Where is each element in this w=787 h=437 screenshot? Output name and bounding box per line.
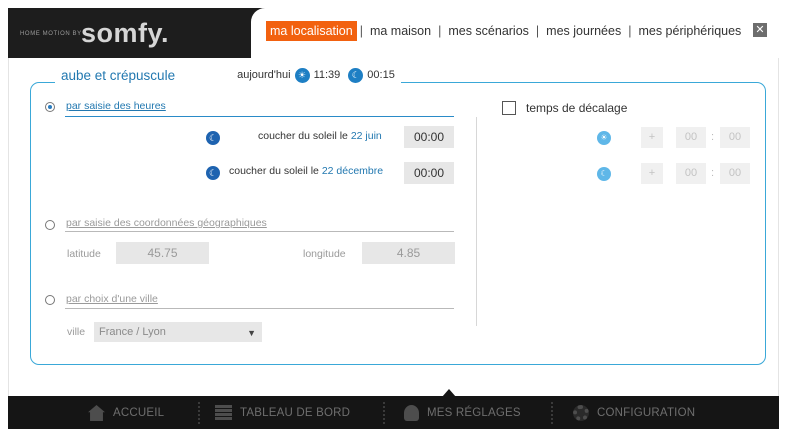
city-value: France / Lyon [99,326,166,338]
sunrise-icon: ☀ [294,67,310,83]
gear-icon [573,405,589,421]
offset-hours-input[interactable]: 00 [676,163,706,184]
column-divider [476,117,477,326]
tab-mes-scenarios[interactable]: mes scénarios [444,21,533,41]
nav-separator [383,402,385,424]
nav-label: MES RÉGLAGES [427,407,521,419]
longitude-label: longitude [303,248,346,260]
row1-label: coucher du soleil le 22 juin [258,130,382,142]
today-label: aujourd'hui [237,69,291,81]
chevron-down-icon: ▼ [247,328,256,338]
radio-hours[interactable] [45,102,55,112]
nav-separator [198,402,200,424]
december-time-input[interactable]: 00:00 [404,162,454,184]
offset-checkbox[interactable] [502,101,516,115]
brand-tagline: HOME MOTION BY [20,31,82,37]
offset-minutes-input[interactable]: 00 [720,127,750,148]
nav-label: ACCUEIL [113,407,165,419]
moon-icon: ☾ [597,167,611,181]
sunset-time: 00:15 [367,69,395,81]
moon-icon: ☾ [348,67,364,83]
offset-minutes-input[interactable]: 00 [720,163,750,184]
nav-label: CONFIGURATION [597,407,696,419]
plus-button[interactable]: + [641,127,663,148]
tab-separator: | [628,24,632,38]
time-colon: : [711,167,715,179]
offset-label: temps de décalage [526,101,628,115]
close-button[interactable]: ✕ [753,23,767,37]
divider [65,308,454,309]
home-icon [88,405,105,421]
row1-date: 22 juin [350,130,382,142]
moon-icon: ☾ [206,166,220,180]
june-time-input[interactable]: 00:00 [404,126,454,148]
city-label: ville [67,326,86,338]
brand-logo: somfy. [81,18,170,48]
nav-mes-reglages[interactable]: MES RÉGLAGES [404,403,521,423]
nav-label: TABLEAU DE BORD [240,407,351,419]
dashboard-icon [215,405,232,421]
row2-label: coucher du soleil le 22 décembre [229,165,383,177]
tab-ma-localisation[interactable]: ma localisation [266,21,357,41]
moon-icon: ☾ [206,131,220,145]
sunrise-time: 11:39 [313,69,341,81]
nav-configuration[interactable]: CONFIGURATION [573,403,695,423]
nav-tableau-de-bord[interactable]: TABLEAU DE BORD [215,403,350,423]
bottom-nav: ACCUEIL TABLEAU DE BORD MES RÉGLAGES CON… [8,396,779,429]
option-coordinates-label[interactable]: par saisie des coordonnées géographiques [66,217,267,229]
tab-list: ma localisation | ma maison | mes scénar… [266,20,745,42]
nav-separator [551,402,553,424]
sunrise-icon: ☀ [597,131,611,145]
divider [65,116,454,117]
nav-accueil[interactable]: ACCUEIL [88,403,164,423]
time-colon: : [711,131,715,143]
radio-coordinates[interactable] [45,220,55,230]
city-select[interactable]: France / Lyon ▼ [94,322,262,342]
tab-ma-maison[interactable]: ma maison [366,21,435,41]
plus-button[interactable]: + [641,163,663,184]
latitude-label: latitude [67,248,101,260]
offset-hours-input[interactable]: 00 [676,127,706,148]
row1-prefix: coucher du soleil le [258,130,351,142]
tab-separator: | [438,24,442,38]
tab-separator: | [359,24,363,38]
top-bar: HOME MOTION BY somfy. ma localisation | … [8,8,779,58]
tab-strip: ma localisation | ma maison | mes scénar… [251,8,779,58]
option-hours-label[interactable]: par saisie des heures [66,100,166,112]
panel-title: aube et crépuscule [61,67,176,83]
tab-mes-peripheriques[interactable]: mes périphériques [634,21,745,41]
latitude-input[interactable]: 45.75 [116,242,209,264]
user-icon [404,405,419,421]
row2-prefix: coucher du soleil le [229,165,322,177]
tab-separator: | [535,24,540,38]
divider [65,231,454,232]
longitude-input[interactable]: 4.85 [362,242,455,264]
panel-header: aube et crépuscule aujourd'hui ☀ 11:39 ☾… [55,66,401,84]
row2-date: 22 décembre [321,165,384,177]
tab-mes-journees[interactable]: mes journées [542,21,625,41]
radio-city[interactable] [45,295,55,305]
option-city-label[interactable]: par choix d'une ville [66,293,158,305]
